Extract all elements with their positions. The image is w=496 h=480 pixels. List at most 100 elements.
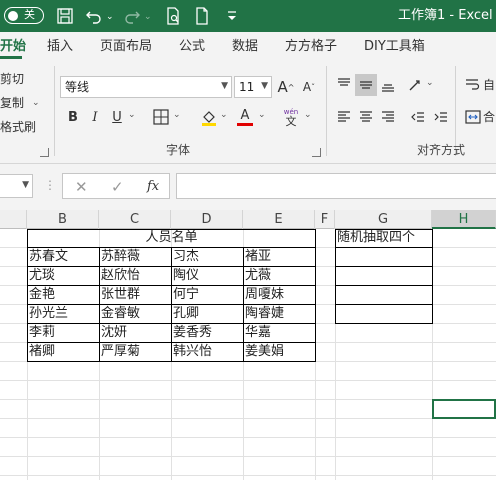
clipboard-dialog-launcher-icon[interactable] <box>40 148 49 157</box>
table-cell[interactable]: 姜美娟 <box>243 343 315 361</box>
orientation-button[interactable] <box>404 74 426 96</box>
table-border <box>335 247 433 248</box>
redo-icon[interactable] <box>122 6 142 26</box>
print-preview-icon[interactable] <box>163 6 183 26</box>
table-cell[interactable]: 张世群 <box>99 286 171 304</box>
format-painter-button[interactable]: 格式刷 <box>0 120 36 135</box>
wrap-text-label[interactable]: 自 <box>483 78 495 93</box>
tab-insert[interactable]: 插入 <box>47 39 73 55</box>
phonetic-guide-button[interactable]: wén 文 <box>280 106 302 128</box>
align-top-button[interactable] <box>333 74 355 96</box>
underline-button[interactable]: U <box>106 106 128 128</box>
column-header-f[interactable]: F <box>315 210 335 229</box>
name-box[interactable]: ▼ <box>0 174 33 198</box>
column-header-g[interactable]: G <box>335 210 432 229</box>
table-cell[interactable]: 苏醉薇 <box>99 248 171 266</box>
align-right-button[interactable] <box>377 106 399 128</box>
table-cell[interactable]: 周嗄妹 <box>243 286 315 304</box>
table-cell[interactable]: 金艳 <box>27 286 99 304</box>
table-cell[interactable]: 陶仪 <box>171 267 243 285</box>
undo-dropdown-icon[interactable]: ⌄ <box>106 12 114 22</box>
grow-font-button[interactable]: A ^ <box>275 76 297 98</box>
save-icon[interactable] <box>55 6 75 26</box>
font-name-combo[interactable]: 等线 ▼ <box>60 76 232 98</box>
table-cell[interactable]: 孔卿 <box>171 305 243 323</box>
font-dialog-launcher-icon[interactable] <box>312 148 321 157</box>
merge-center-icon[interactable] <box>462 106 484 128</box>
table-cell[interactable]: 苏春文 <box>27 248 99 266</box>
table-cell[interactable]: 赵欣怡 <box>99 267 171 285</box>
decrease-indent-icon <box>411 112 424 122</box>
table-cell[interactable]: 褚卿 <box>27 343 99 361</box>
column-header-a[interactable] <box>0 210 27 229</box>
tab-formulas[interactable]: 公式 <box>179 39 205 55</box>
increase-indent-button[interactable] <box>430 106 452 128</box>
borders-dropdown-icon[interactable]: ⌄ <box>173 110 181 120</box>
shrink-font-button[interactable]: Aˇ <box>298 76 320 98</box>
italic-button[interactable]: I <box>84 106 106 128</box>
table-cell[interactable]: 尤薇 <box>243 267 315 285</box>
underline-dropdown-icon[interactable]: ⌄ <box>128 110 136 120</box>
table-cell[interactable]: 褚亚 <box>243 248 315 266</box>
font-size-combo[interactable]: 11 ▼ <box>234 76 272 98</box>
decrease-indent-button[interactable] <box>407 106 429 128</box>
worksheet-grid[interactable]: 人员名单 苏春文 苏醉薇 习杰 褚亚 尤琰 赵欣怡 陶仪 尤薇 金艳 张世群 何… <box>0 229 496 480</box>
table-cell[interactable]: 沈妍 <box>99 324 171 342</box>
cut-button[interactable]: 剪切 <box>0 72 24 87</box>
font-color-label: A <box>240 107 250 123</box>
insert-function-icon[interactable]: fx <box>147 179 159 194</box>
wrap-text-icon[interactable] <box>462 74 484 96</box>
column-header-h[interactable]: H <box>432 210 496 229</box>
table-cell[interactable]: 陶睿婕 <box>243 305 315 323</box>
column-header-e[interactable]: E <box>243 210 315 229</box>
borders-button[interactable] <box>150 106 172 128</box>
column-header-d[interactable]: D <box>171 210 243 229</box>
new-document-icon[interactable] <box>192 6 212 26</box>
redo-dropdown-icon[interactable]: ⌄ <box>144 12 152 22</box>
undo-icon[interactable] <box>84 6 104 26</box>
phonetic-dropdown-icon[interactable]: ⌄ <box>304 110 312 120</box>
align-bottom-button[interactable] <box>377 74 399 96</box>
table-cell[interactable]: 华嘉 <box>243 324 315 342</box>
formula-buttons: ✕ ✓ fx <box>62 173 170 199</box>
enter-icon[interactable]: ✓ <box>111 178 124 196</box>
column-header-b[interactable]: B <box>27 210 99 229</box>
fill-color-dropdown-icon[interactable]: ⌄ <box>220 110 228 120</box>
table-cell[interactable]: 习杰 <box>171 248 243 266</box>
table-cell[interactable]: 何宁 <box>171 286 243 304</box>
font-color-button[interactable]: A <box>234 106 256 128</box>
customize-toolbar-icon[interactable] <box>222 6 242 26</box>
table-cell[interactable]: 严厚菊 <box>99 343 171 361</box>
text-orientation-icon <box>409 80 420 91</box>
table-cell[interactable]: 韩兴怡 <box>171 343 243 361</box>
tab-page-layout[interactable]: 页面布局 <box>100 39 152 55</box>
tab-fangfang-gezi[interactable]: 方方格子 <box>285 39 337 55</box>
table-cell[interactable]: 姜香秀 <box>171 324 243 342</box>
gridline <box>0 456 496 457</box>
table-cell[interactable]: 尤琰 <box>27 267 99 285</box>
fill-color-button[interactable] <box>198 106 220 128</box>
align-left-button[interactable] <box>333 106 355 128</box>
copy-dropdown-icon[interactable]: ⌄ <box>32 98 40 108</box>
copy-button[interactable]: 复制 <box>0 96 24 111</box>
table-cell[interactable]: 孙光兰 <box>27 305 99 323</box>
align-center-button[interactable] <box>355 106 377 128</box>
random-pick-header[interactable]: 随机抽取四个 <box>335 229 432 247</box>
tab-diy-toolbox[interactable]: DIY工具箱 <box>364 39 425 55</box>
cancel-icon[interactable]: ✕ <box>75 178 88 196</box>
align-middle-button[interactable] <box>355 74 377 96</box>
table-cell[interactable]: 金睿敏 <box>99 305 171 323</box>
font-color-dropdown-icon[interactable]: ⌄ <box>258 110 266 120</box>
roster-title[interactable]: 人员名单 <box>27 229 316 247</box>
orientation-dropdown-icon[interactable]: ⌄ <box>426 78 434 88</box>
tab-data[interactable]: 数据 <box>232 39 258 55</box>
bold-button[interactable]: B <box>62 106 84 128</box>
formula-input[interactable] <box>176 173 496 199</box>
table-cell[interactable]: 李莉 <box>27 324 99 342</box>
tab-home[interactable]: 开始 <box>0 39 26 55</box>
active-cell-selection[interactable] <box>432 399 496 419</box>
autosave-toggle[interactable]: 关 <box>4 7 44 24</box>
column-header-c[interactable]: C <box>99 210 171 229</box>
drag-handle-icon[interactable]: ⋮ <box>44 178 56 192</box>
merge-center-label[interactable]: 合 <box>483 110 495 125</box>
